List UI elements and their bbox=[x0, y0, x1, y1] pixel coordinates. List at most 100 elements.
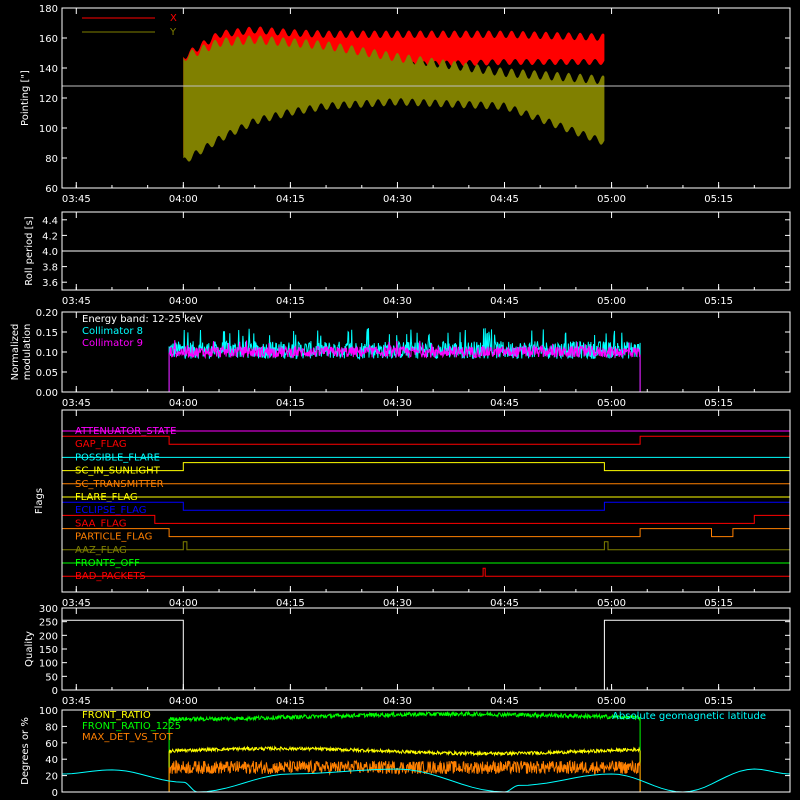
modulation-ylabel-line2: modulation bbox=[22, 324, 33, 381]
modulation-xtick-label: 04:45 bbox=[490, 398, 519, 409]
flag-label-attenuator-state: ATTENUATOR_STATE bbox=[75, 426, 176, 437]
ratios-ylabel: Degrees or % bbox=[20, 717, 31, 785]
quality-ytick-label: 100 bbox=[39, 659, 58, 670]
modulation-xtick-label: 04:15 bbox=[276, 398, 305, 409]
ratios-series-geomagnetic-latitude bbox=[61, 768, 791, 793]
ratios-ytick-label: 20 bbox=[45, 772, 58, 783]
quality-ylabel: Quality bbox=[24, 631, 35, 667]
pointing-xtick-label: 05:00 bbox=[597, 194, 626, 205]
legend-front-ratio-1225: FRONT_RATIO_1225 bbox=[82, 721, 181, 732]
quality-xtick-label: 04:15 bbox=[276, 696, 305, 707]
quality-xtick-label: 04:30 bbox=[383, 696, 412, 707]
flag-line-gap-flag bbox=[62, 435, 790, 445]
quality-xtick-label: 03:45 bbox=[62, 696, 91, 707]
pointing-legend: X Y bbox=[82, 13, 177, 38]
roll-y-ticks: 3.6 3.8 4.0 4.2 4.4 bbox=[42, 216, 790, 289]
modulation-xtick-label: 04:00 bbox=[169, 398, 198, 409]
legend-y-label: Y bbox=[169, 27, 177, 38]
flag-line-eclipse-flag bbox=[62, 501, 790, 511]
pointing-xtick-label: 03:45 bbox=[62, 194, 91, 205]
flag-label-flare-flag: FLARE_FLAG bbox=[75, 492, 138, 503]
pointing-ytick-label: 120 bbox=[39, 94, 58, 105]
modulation-ylabel-line1: Normalized bbox=[10, 324, 21, 381]
roll-ylabel: Roll period [s] bbox=[24, 216, 35, 285]
pointing-xtick-label: 04:30 bbox=[383, 194, 412, 205]
flag-label-possible-flare: POSSIBLE_FLARE bbox=[75, 452, 160, 463]
quality-ytick-label: 250 bbox=[39, 618, 58, 629]
modulation-series bbox=[62, 328, 790, 393]
quality-ytick-label: 200 bbox=[39, 631, 58, 642]
flags-xtick-label: 04:00 bbox=[169, 598, 198, 609]
roll-ytick-label: 3.6 bbox=[42, 278, 58, 289]
pointing-ylabel: Pointing ["] bbox=[20, 70, 31, 126]
legend-geomagnetic-latitude: Absolute geomagnetic latitude bbox=[612, 711, 766, 722]
quality-x-ticks: 03:45 04:00 04:15 04:30 04:45 05:00 05:15 bbox=[62, 608, 791, 707]
modulation-xtick-label: 04:30 bbox=[383, 398, 412, 409]
ratios-ytick-label: 100 bbox=[39, 706, 58, 717]
roll-xtick-label: 04:45 bbox=[490, 296, 519, 307]
flag-label-bad-packets: BAD_PACKETS bbox=[75, 571, 146, 582]
quality-xtick-label: 04:45 bbox=[490, 696, 519, 707]
roll-ytick-label: 3.8 bbox=[42, 263, 58, 274]
modulation-xtick-label: 05:15 bbox=[704, 398, 733, 409]
flags-ylabel: Flags bbox=[34, 488, 45, 514]
quality-xtick-label: 05:15 bbox=[704, 696, 733, 707]
flags-xtick-label: 04:45 bbox=[490, 598, 519, 609]
flag-label-particle-flag: PARTICLE_FLAG bbox=[75, 532, 152, 543]
roll-x-ticks: 03:45 04:00 04:15 04:30 04:45 05:00 05:15 bbox=[62, 212, 791, 307]
flags-x-ticks: 03:45 04:00 04:15 04:30 04:45 05:00 05:15 bbox=[62, 410, 791, 609]
quality-panel: 050100150200250300 03:45 04:00 04:15 04:30 0… bbox=[24, 604, 791, 707]
quality-xtick-label: 04:00 bbox=[169, 696, 198, 707]
flag-label-saa-flag: SAA_FLAG bbox=[75, 518, 126, 529]
pointing-ytick-label: 160 bbox=[39, 34, 58, 45]
flag-label-eclipse-flag: ECLIPSE_FLAG bbox=[75, 505, 146, 516]
ratios-panel: 0 20 40 60 80 100 Degrees or % FRONT_RATIO FR… bbox=[20, 706, 791, 799]
chart-canvas: 60 80 100 120 140 160 180 03:45 04:00 04:15 04:30… bbox=[10, 4, 791, 799]
legend-collimator-8: Collimator 8 bbox=[82, 326, 143, 337]
legend-x-label: X bbox=[170, 13, 177, 24]
modulation-series-collimator-8 bbox=[62, 328, 790, 393]
quality-ytick-label: 0 bbox=[52, 686, 58, 697]
roll-ytick-label: 4.2 bbox=[42, 231, 58, 242]
modulation-ytick-label: 0.00 bbox=[36, 388, 58, 399]
roll-xtick-label: 04:15 bbox=[276, 296, 305, 307]
ratios-ytick-label: 40 bbox=[45, 755, 58, 766]
pointing-panel: 60 80 100 120 140 160 180 03:45 04:00 04:15 04:30… bbox=[20, 4, 791, 205]
roll-ytick-label: 4.4 bbox=[42, 216, 58, 227]
quality-ytick-label: 150 bbox=[39, 645, 58, 656]
modulation-xtick-label: 05:00 bbox=[597, 398, 626, 409]
flag-line-sc-in-sunlight bbox=[62, 462, 790, 472]
flags-xtick-label: 05:00 bbox=[597, 598, 626, 609]
flags-xtick-label: 04:15 bbox=[276, 598, 305, 609]
pointing-ytick-label: 100 bbox=[39, 124, 58, 135]
pointing-ytick-label: 180 bbox=[39, 4, 58, 15]
modulation-ytick-label: 0.15 bbox=[36, 328, 58, 339]
flag-label-fronts-off: FRONTS_OFF bbox=[75, 558, 140, 569]
flags-series: ATTENUATOR_STATE GAP_FLAG POSSIBLE_FLARE SC… bbox=[62, 426, 790, 582]
flag-label-sc-transmitter: SC_TRANSMITTER bbox=[75, 479, 164, 490]
roll-xtick-label: 04:30 bbox=[383, 296, 412, 307]
roll-xtick-label: 05:00 bbox=[597, 296, 626, 307]
flag-label-gap-flag: GAP_FLAG bbox=[75, 439, 127, 450]
modulation-ytick-label: 0.05 bbox=[36, 368, 58, 379]
flag-line-particle-flag bbox=[62, 528, 790, 538]
flags-xtick-label: 03:45 bbox=[62, 598, 91, 609]
pointing-series bbox=[183, 26, 605, 162]
quality-y-ticks: 0 50 100 150 200 250 300 bbox=[39, 604, 790, 697]
roll-xtick-label: 04:00 bbox=[169, 296, 198, 307]
pointing-xtick-label: 04:00 bbox=[169, 194, 198, 205]
pointing-ytick-label: 60 bbox=[45, 184, 58, 195]
pointing-ytick-label: 80 bbox=[45, 154, 58, 165]
roll-xtick-label: 03:45 bbox=[62, 296, 91, 307]
flag-label-aaz-flag: AAZ_FLAG bbox=[75, 545, 127, 556]
modulation-ytick-label: 0.10 bbox=[36, 348, 58, 359]
ratios-ytick-label: 0 bbox=[52, 788, 58, 799]
flag-label-sc-in-sunlight: SC_IN_SUNLIGHT bbox=[75, 466, 161, 477]
quality-xtick-label: 05:00 bbox=[597, 696, 626, 707]
flags-frame bbox=[61, 409, 791, 593]
ratios-series-max-det-vs-tot bbox=[168, 759, 641, 792]
pointing-xtick-label: 05:15 bbox=[704, 194, 733, 205]
quality-ytick-label: 50 bbox=[45, 672, 58, 683]
legend-max-det-vs-tot: MAX_DET_VS_TOT bbox=[82, 732, 174, 743]
modulation-ytick-label: 0.20 bbox=[36, 308, 58, 319]
